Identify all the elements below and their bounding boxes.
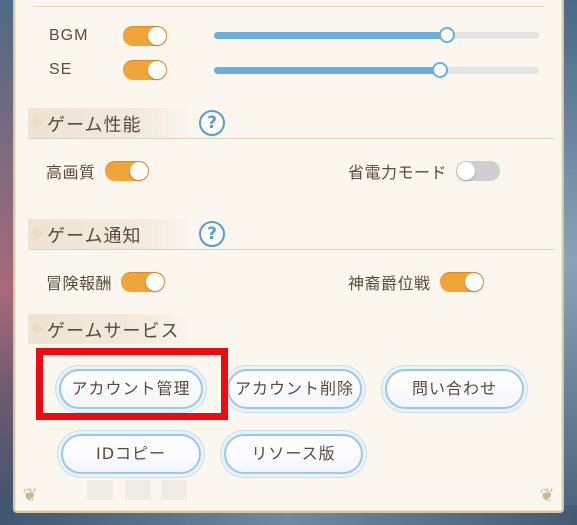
se-label: SE [49,61,73,78]
power-saving-label: 省電力モード [348,163,448,182]
performance-help-icon[interactable]: ? [199,110,225,136]
bgm-toggle[interactable] [123,26,167,46]
resource-version-button[interactable]: リソース版 [224,434,363,474]
settings-panel: BGM SE ゲーム性能 ? 高画質 省電力モード ゲーム通知 ? 冒険報酬 神… [13,0,564,513]
notifications-section-header: ゲーム通知 ? [28,219,555,250]
performance-title: ゲーム性能 [47,115,142,136]
performance-section-header: ゲーム性能 ? [28,108,555,139]
blurred-region [161,480,187,500]
se-row: SE [49,58,167,82]
contact-button[interactable]: 問い合わせ [385,369,524,409]
toggle-knob [148,61,166,79]
notifications-help-icon[interactable]: ? [199,221,225,247]
adventure-reward-toggle[interactable] [121,272,166,292]
power-saving-toggle[interactable] [456,161,501,181]
slider-thumb[interactable] [432,62,448,78]
toggle-knob [464,273,483,291]
corner-ornament-icon: ❦ [539,485,555,506]
high-quality-option: 高画質 [46,159,149,183]
slider-fill [214,32,447,39]
peerage-battle-label: 神裔爵位戦 [348,274,431,293]
blurred-region [87,480,113,500]
account-management-button[interactable]: アカウント管理 [59,369,203,409]
bgm-label: BGM [49,27,89,44]
adventure-reward-option: 冒険報酬 [46,270,166,294]
se-toggle[interactable] [123,60,167,80]
corner-ornament-icon: ❦ [22,485,38,506]
peerage-battle-toggle[interactable] [439,272,484,292]
se-volume-slider[interactable] [214,62,539,78]
bgm-volume-slider[interactable] [214,27,539,43]
notifications-title: ゲーム通知 [47,226,142,247]
power-saving-option: 省電力モード [348,159,501,183]
bgm-row: BGM [49,24,167,48]
section-divider [28,249,555,250]
toggle-knob [129,162,148,180]
toggle-knob [148,27,166,45]
background-left-edge [0,0,14,525]
peerage-battle-option: 神裔爵位戦 [348,270,484,294]
top-divider [33,6,544,7]
background-right-edge [563,0,577,525]
copy-id-button[interactable]: IDコピー [61,434,201,474]
blurred-region [125,480,151,500]
toggle-knob [457,162,476,180]
toggle-knob [146,273,165,291]
slider-thumb[interactable] [439,27,455,43]
adventure-reward-label: 冒険報酬 [46,274,113,293]
services-title: ゲームサービス [47,321,180,342]
account-deletion-button[interactable]: アカウント削除 [227,369,362,409]
slider-fill [214,67,440,74]
high-quality-label: 高画質 [46,163,96,182]
services-section-header: ゲームサービス [28,314,199,344]
high-quality-toggle[interactable] [104,161,149,181]
section-divider [28,138,555,139]
